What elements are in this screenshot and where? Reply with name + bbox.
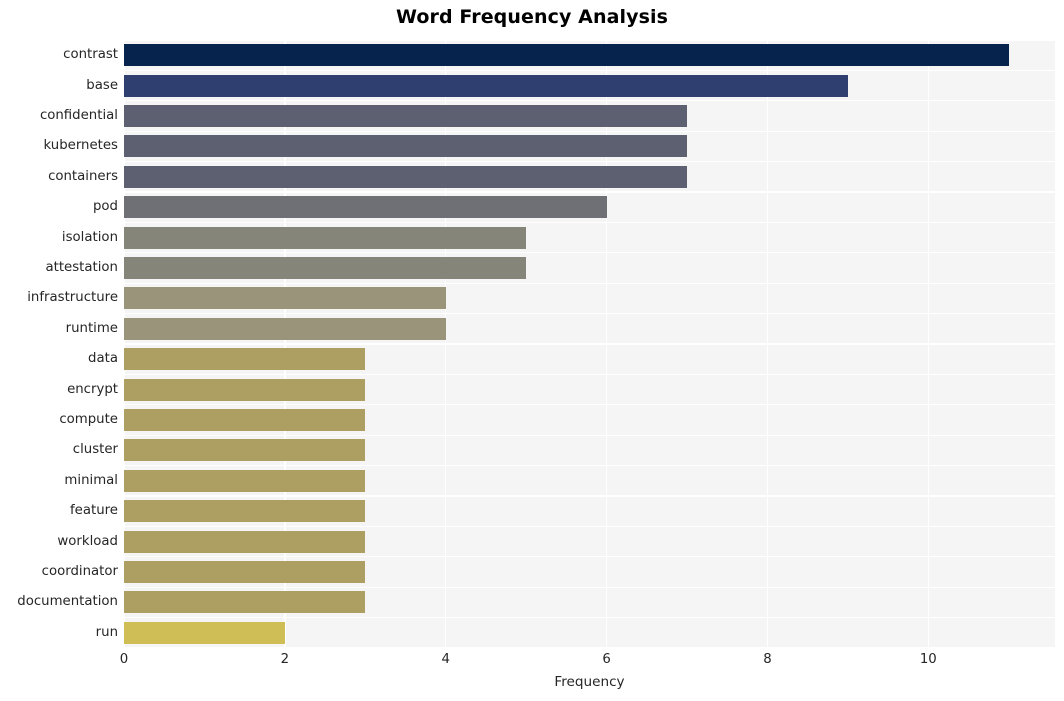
bar — [124, 196, 607, 219]
gridline-horizontal — [124, 312, 1055, 315]
gridline-horizontal — [124, 343, 1055, 345]
y-tick-label: run — [95, 624, 118, 640]
x-tick-label: 6 — [602, 652, 611, 667]
bar — [124, 561, 366, 583]
gridline-horizontal — [124, 100, 1055, 102]
chart-title: Word Frequency Analysis — [395, 6, 669, 28]
y-tick-label: isolation — [61, 229, 118, 245]
bar — [124, 621, 285, 644]
y-tick-label: attestation — [45, 260, 118, 275]
y-tick-label: runtime — [65, 320, 118, 336]
gridline-horizontal — [124, 252, 1055, 254]
y-tick-label: workload — [57, 533, 118, 549]
y-tick-label: confidential — [39, 108, 118, 123]
bar — [124, 469, 366, 492]
gridline-horizontal — [124, 525, 1055, 528]
x-axis-tick-labels: 0 2 4 6 8 10 — [120, 652, 1055, 672]
bar — [124, 165, 688, 188]
x-tick-label: 8 — [763, 652, 772, 667]
gridline-horizontal — [124, 647, 1055, 648]
y-tick-label: base — [86, 77, 118, 93]
gridline-horizontal — [124, 464, 1055, 467]
gridline-horizontal — [124, 616, 1055, 619]
bar — [124, 44, 1009, 67]
y-tick-label: data — [88, 351, 118, 367]
gridline-horizontal — [124, 191, 1055, 193]
bar — [124, 591, 366, 614]
bar — [124, 257, 527, 279]
y-tick-label: coordinator — [41, 564, 118, 579]
gridline-horizontal — [124, 495, 1055, 497]
bar — [124, 409, 366, 431]
y-axis-tick-labels: contrast base confidential kubernetes contai… — [0, 40, 118, 648]
gridline-horizontal — [124, 404, 1055, 406]
plot-area — [124, 40, 1055, 648]
x-tick-label: 0 — [119, 652, 129, 667]
gridline-horizontal — [124, 69, 1055, 72]
bar — [124, 348, 366, 371]
bar — [124, 105, 688, 127]
gridline-horizontal — [124, 586, 1055, 588]
y-tick-label: compute — [59, 412, 118, 427]
x-axis-label: Frequency — [554, 674, 625, 690]
gridline-horizontal — [124, 282, 1055, 284]
bar — [124, 378, 366, 401]
gridline-horizontal — [124, 221, 1055, 224]
x-tick-label: 4 — [441, 652, 450, 667]
gridline-horizontal — [124, 40, 1055, 41]
y-tick-label: feature — [69, 503, 118, 519]
gridline-horizontal — [124, 373, 1055, 376]
y-tick-label: containers — [48, 168, 118, 184]
x-tick-label: 10 — [919, 652, 937, 667]
bar — [124, 226, 527, 249]
bar — [124, 135, 688, 158]
gridline-horizontal — [124, 130, 1055, 132]
bar — [124, 439, 366, 462]
y-tick-label: encrypt — [67, 381, 118, 397]
bar — [124, 287, 446, 310]
y-tick-label: pod — [92, 199, 118, 215]
gridline-horizontal — [124, 556, 1055, 558]
y-tick-label: documentation — [17, 594, 118, 610]
x-tick-label: 2 — [280, 652, 290, 667]
y-tick-label: kubernetes — [43, 138, 118, 154]
bar — [124, 74, 848, 97]
y-tick-label: infrastructure — [27, 290, 118, 306]
gridline-horizontal — [124, 434, 1055, 436]
bar — [124, 317, 446, 340]
y-tick-label: contrast — [63, 47, 118, 63]
bar — [124, 500, 366, 523]
chart-figure: Word Frequency Analysis contrast base conf… — [0, 0, 1064, 701]
bar — [124, 530, 366, 553]
y-tick-label: minimal — [64, 472, 118, 488]
gridline-horizontal — [124, 160, 1055, 163]
y-tick-label: cluster — [72, 442, 118, 458]
